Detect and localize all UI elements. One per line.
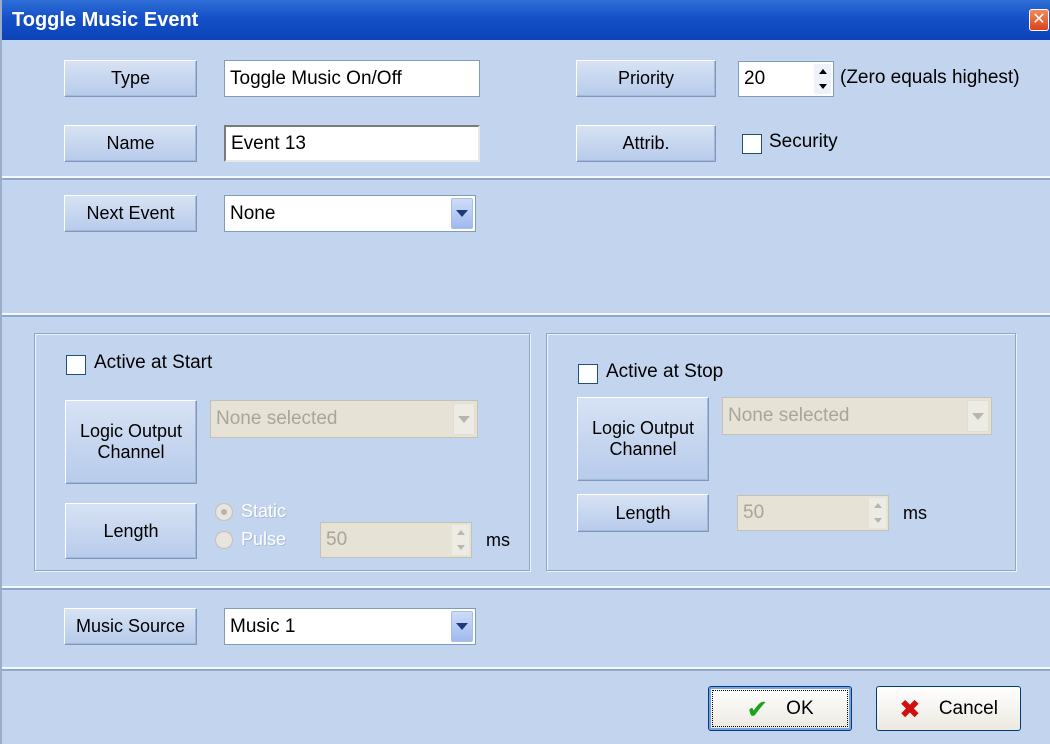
stop-channel-label: Logic Output Channel [577,397,709,481]
stop-channel-dropdown[interactable]: None selected [722,397,992,435]
stop-channel-label-line2: Channel [609,439,677,459]
chevron-down-icon[interactable] [451,198,473,229]
next-event-label: Next Event [64,195,197,232]
chevron-down-icon[interactable] [967,400,989,432]
active-at-stop-checkbox[interactable] [578,364,598,384]
spin-up-icon[interactable] [452,525,469,540]
active-at-start-checkbox[interactable] [66,355,86,375]
next-event-section: Next Event None [2,181,1050,315]
button-bar: ✔ OK ✖ Cancel [2,672,1050,744]
music-source-dropdown[interactable]: Music 1 [224,608,476,645]
stop-group: Active at Stop Logic Output Channel None… [546,333,1016,571]
active-at-start-label: Active at Start [94,352,213,373]
ok-label: OK [786,697,814,719]
music-section: Music Source Music 1 [2,591,1050,669]
chevron-down-icon[interactable] [451,611,473,642]
static-label: Static [241,501,287,521]
priority-hint: (Zero equals highest) [840,67,1020,88]
spin-up-icon[interactable] [869,498,886,513]
attrib-label: Attrib. [576,125,716,162]
window-title: Toggle Music Event [12,8,199,31]
title-bar: Toggle Music Event ✕ [2,0,1050,40]
stop-length-unit: ms [903,503,927,523]
type-field[interactable]: Toggle Music On/Off [224,60,480,97]
next-event-dropdown[interactable]: None [224,195,476,232]
priority-value: 20 [744,68,766,89]
stop-length-label: Length [577,494,709,532]
start-channel-label-line1: Logic Output [79,421,183,442]
priority-spin-buttons[interactable] [814,64,831,94]
spin-up-icon[interactable] [814,64,831,79]
cancel-label: Cancel [938,697,998,719]
music-source-value: Music 1 [230,615,296,637]
pulse-label: Pulse [241,529,287,549]
name-label: Name [64,125,197,162]
start-length-unit: ms [486,530,510,550]
start-length-stepper[interactable]: 50 [320,522,472,558]
start-group: Active at Start Logic Output Channel Non… [34,333,530,571]
name-field[interactable]: Event 13 [224,125,480,162]
stop-length-stepper[interactable]: 50 [737,495,889,531]
chevron-down-icon[interactable] [453,403,475,435]
stop-length-spin-buttons[interactable] [869,498,886,528]
security-checkbox[interactable] [742,134,762,154]
active-at-stop-label: Active at Stop [606,361,724,382]
pulse-radio[interactable] [215,531,233,549]
priority-label: Priority [576,60,716,97]
spin-down-icon[interactable] [869,513,886,528]
music-source-label: Music Source [64,608,197,645]
next-event-value: None [230,202,276,224]
start-channel-label: Logic Output Channel [65,400,197,484]
dialog-window: Toggle Music Event ✕ Type Toggle Music O… [0,0,1050,744]
x-icon: ✖ [899,693,921,724]
priority-stepper[interactable]: 20 [738,61,834,97]
spin-down-icon[interactable] [814,79,831,94]
stop-channel-value: None selected [728,405,850,426]
start-channel-value: None selected [216,408,338,429]
general-section: Type Toggle Music On/Off Priority 20 (Ze… [2,40,1050,178]
close-icon[interactable]: ✕ [1029,9,1049,31]
start-length-value: 50 [326,529,348,550]
check-icon: ✔ [746,693,769,724]
security-label: Security [769,131,838,152]
type-label: Type [64,60,197,97]
start-length-spin-buttons[interactable] [452,525,469,555]
cancel-button[interactable]: ✖ Cancel [876,686,1021,731]
ok-button[interactable]: ✔ OK [708,686,852,731]
start-length-label: Length [65,503,197,559]
spin-down-icon[interactable] [452,540,469,555]
stop-channel-label-line1: Logic Output [591,418,695,439]
outputs-section: Active at Start Logic Output Channel Non… [2,318,1050,588]
start-channel-dropdown[interactable]: None selected [210,400,478,438]
stop-length-value: 50 [743,502,765,523]
start-channel-label-line2: Channel [97,442,165,462]
static-radio[interactable] [215,503,233,521]
